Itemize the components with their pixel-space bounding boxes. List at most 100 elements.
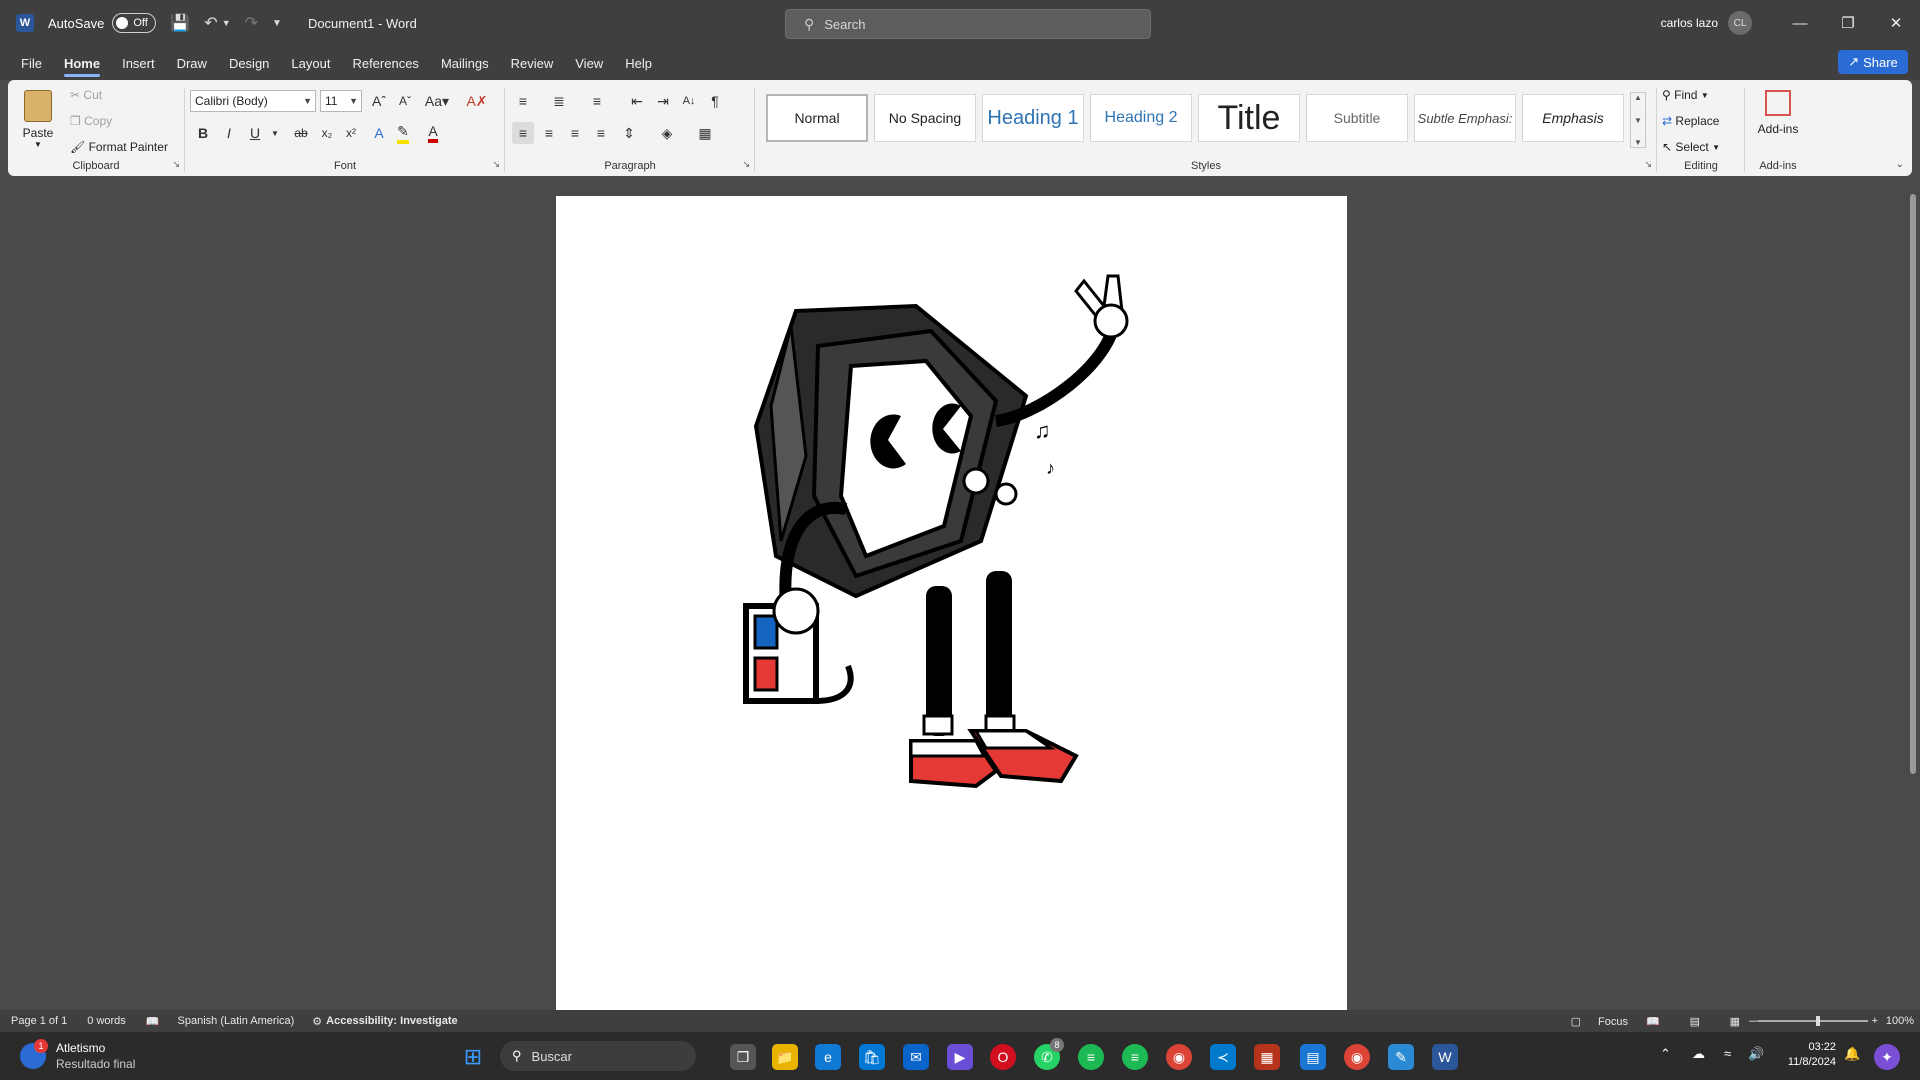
undo-dropdown-icon[interactable]: ▼ <box>222 18 231 28</box>
tab-draw[interactable]: Draw <box>177 50 207 77</box>
media-player-icon[interactable]: ▶ <box>947 1044 973 1070</box>
undo-icon[interactable]: ↶ <box>204 13 217 33</box>
focus-button[interactable]: ▢ Focus <box>1557 1015 1628 1028</box>
font-launcher-icon[interactable]: ↘ <box>492 159 500 170</box>
tab-file[interactable]: File <box>21 50 42 77</box>
scrollbar-thumb[interactable] <box>1910 194 1916 774</box>
shading-icon[interactable]: ◈ <box>656 122 678 144</box>
select-button[interactable]: ↖ Select ▼ <box>1662 140 1720 154</box>
strikethrough-icon[interactable]: ab <box>290 122 312 144</box>
paragraph-launcher-icon[interactable]: ↘ <box>742 159 750 170</box>
style-no-spacing[interactable]: No Spacing <box>874 94 976 142</box>
tab-review[interactable]: Review <box>511 50 554 77</box>
wifi-icon[interactable]: ≈ <box>1724 1046 1731 1061</box>
increase-indent-icon[interactable]: ⇥ <box>652 90 674 112</box>
zoom-in-icon[interactable]: + <box>1872 1015 1878 1027</box>
tab-layout[interactable]: Layout <box>291 50 330 77</box>
change-case-icon[interactable]: Aa▾ <box>422 90 452 112</box>
vscode-icon[interactable]: ≺ <box>1210 1044 1236 1070</box>
close-icon[interactable]: ✕ <box>1872 0 1920 46</box>
chrome-profile-icon[interactable]: ◉ <box>1166 1044 1192 1070</box>
copy-button[interactable]: ❐ Copy <box>70 114 112 128</box>
print-layout-icon[interactable]: ▤ <box>1690 1015 1700 1028</box>
page-count[interactable]: Page 1 of 1 <box>11 1015 67 1027</box>
paste-dropdown-icon[interactable]: ▼ <box>34 140 42 149</box>
font-color-icon[interactable]: A <box>422 122 444 144</box>
copilot-icon[interactable]: ✦ <box>1874 1044 1900 1070</box>
tab-references[interactable]: References <box>352 50 418 77</box>
style-subtle-emphasis[interactable]: Subtle Emphasi: <box>1414 94 1516 142</box>
bullets-icon[interactable]: ≡ <box>512 90 534 112</box>
multilevel-list-icon[interactable]: ≡ <box>586 90 608 112</box>
borders-icon[interactable]: ▦ <box>694 122 716 144</box>
zoom-level[interactable]: 100% <box>1886 1015 1914 1027</box>
styles-launcher-icon[interactable]: ↘ <box>1644 159 1652 170</box>
clipboard-launcher-icon[interactable]: ↘ <box>172 159 180 170</box>
styles-scroll[interactable]: ▲ ▼ ▼ <box>1630 92 1646 148</box>
align-center-icon[interactable]: ≡ <box>538 122 560 144</box>
news-widget[interactable]: 1 Atletismo Resultado final <box>20 1039 135 1072</box>
tab-view[interactable]: View <box>575 50 603 77</box>
zoom-slider[interactable] <box>1758 1020 1868 1022</box>
task-view-icon[interactable]: ❐ <box>730 1044 756 1070</box>
vertical-scrollbar[interactable] <box>1906 176 1920 1010</box>
styles-more-icon[interactable]: ▼ <box>1634 138 1642 147</box>
restore-icon[interactable]: ❐ <box>1824 0 1872 46</box>
numbering-icon[interactable]: ≣ <box>548 90 570 112</box>
spotify-2-icon[interactable]: ≡ <box>1122 1044 1148 1070</box>
sort-icon[interactable]: A↓ <box>678 90 700 112</box>
notepad-icon[interactable]: ▤ <box>1300 1044 1326 1070</box>
style-title[interactable]: Title <box>1198 94 1300 142</box>
store-icon[interactable]: 🛍 <box>859 1044 885 1070</box>
italic-icon[interactable]: I <box>218 122 240 144</box>
show-hidden-icons-icon[interactable]: ⌃ <box>1660 1046 1671 1062</box>
decrease-indent-icon[interactable]: ⇤ <box>626 90 648 112</box>
font-name-select[interactable]: Calibri (Body) ▼ <box>190 90 316 112</box>
line-spacing-icon[interactable]: ⇕ <box>618 122 640 144</box>
tab-mailings[interactable]: Mailings <box>441 50 489 77</box>
web-layout-icon[interactable]: ▦ <box>1730 1015 1740 1028</box>
search-box[interactable]: ⚲ Search <box>785 9 1151 39</box>
read-mode-icon[interactable]: 📖 <box>1646 1015 1660 1028</box>
addins-button[interactable]: Add-ins <box>1750 86 1806 136</box>
text-effects-icon[interactable]: A <box>368 122 390 144</box>
language-indicator[interactable]: Spanish (Latin America) <box>178 1015 295 1027</box>
mail-icon[interactable]: ✉ <box>903 1044 929 1070</box>
style-heading-1[interactable]: Heading 1 <box>982 94 1084 142</box>
font-size-select[interactable]: 11 ▼ <box>320 90 362 112</box>
redo-icon[interactable]: ↷ <box>245 13 258 33</box>
onedrive-icon[interactable]: ☁ <box>1692 1046 1705 1062</box>
paint-icon[interactable]: ✎ <box>1388 1044 1414 1070</box>
collapse-ribbon-icon[interactable]: ⌄ <box>1896 159 1904 170</box>
clear-formatting-icon[interactable]: A✗ <box>466 90 488 112</box>
user-account[interactable]: carlos lazo CL <box>1661 0 1752 46</box>
volume-icon[interactable]: 🔊 <box>1748 1046 1764 1062</box>
tab-home[interactable]: Home <box>63 50 101 77</box>
word-taskbar-icon[interactable]: W <box>1432 1044 1458 1070</box>
proofing-icon[interactable]: 📖 <box>146 1015 160 1028</box>
paste-button[interactable]: Paste ▼ <box>18 86 58 156</box>
align-right-icon[interactable]: ≡ <box>564 122 586 144</box>
accessibility-status[interactable]: Accessibility: Investigate <box>326 1015 457 1027</box>
customize-toolbar-icon[interactable]: ▼ <box>272 18 282 29</box>
chevron-down-icon[interactable]: ▼ <box>1634 116 1642 125</box>
word-count[interactable]: 0 words <box>87 1015 126 1027</box>
format-painter-button[interactable]: 🖌 Format Painter <box>70 140 168 154</box>
opera-icon[interactable]: O <box>990 1044 1016 1070</box>
style-emphasis[interactable]: Emphasis <box>1522 94 1624 142</box>
find-button[interactable]: ⚲ Find ▼ <box>1662 88 1709 102</box>
taskbar-search[interactable]: ⚲ Buscar <box>500 1041 696 1071</box>
style-normal[interactable]: Normal <box>766 94 868 142</box>
bold-icon[interactable]: B <box>192 122 214 144</box>
replace-button[interactable]: ⇄ Replace <box>1662 114 1719 128</box>
cut-button[interactable]: ✂ Cut <box>70 88 102 102</box>
show-formatting-icon[interactable]: ¶ <box>704 90 726 112</box>
document-page[interactable]: ♫ ♪ <box>556 196 1347 1010</box>
chrome-icon[interactable]: ◉ <box>1344 1044 1370 1070</box>
chevron-up-icon[interactable]: ▲ <box>1634 93 1642 102</box>
whatsapp-icon[interactable]: ✆ 8 <box>1034 1038 1064 1070</box>
autosave-toggle[interactable]: Off <box>112 13 157 33</box>
clock[interactable]: 03:22 11/8/2024 <box>1770 1040 1836 1070</box>
minimize-icon[interactable]: — <box>1776 0 1824 46</box>
edge-icon[interactable]: e <box>815 1044 841 1070</box>
